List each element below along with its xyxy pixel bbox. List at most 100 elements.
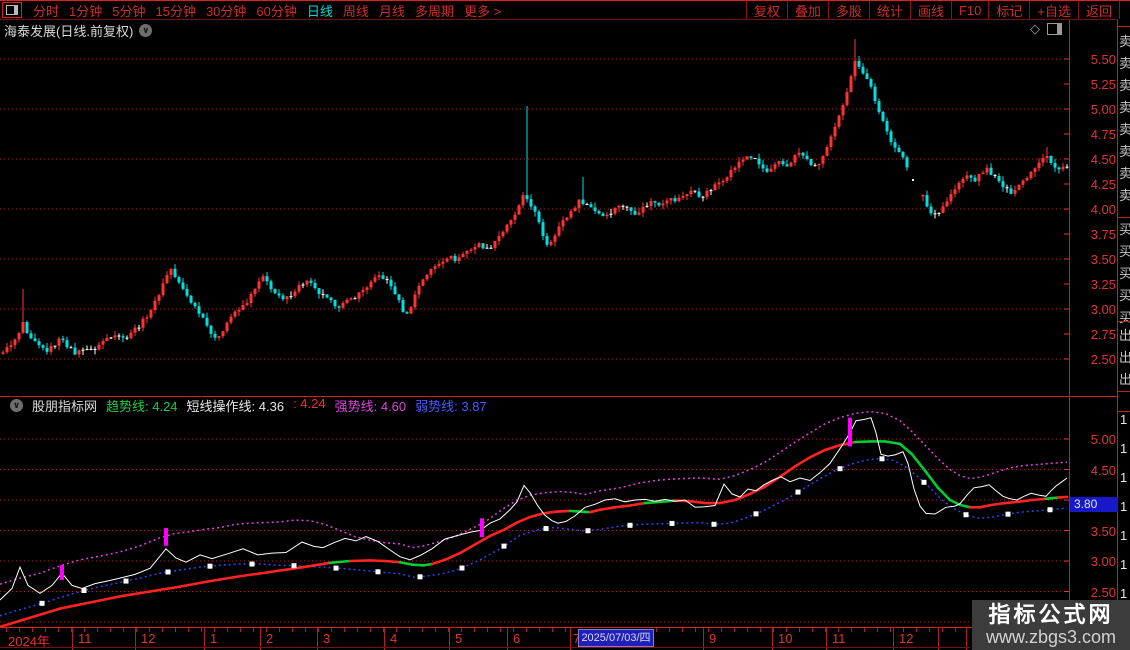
sidebar-text-fragment: 买 (1119, 310, 1130, 325)
action-button-标记[interactable]: 标记 (988, 1, 1029, 19)
axis-tick (526, 628, 527, 632)
axis-tick (201, 628, 202, 632)
axis-tick (331, 628, 332, 632)
axis-tick (552, 628, 553, 632)
indicator-value-1: 短线操作线: 4.36 (186, 398, 285, 414)
chart-canvas[interactable] (0, 0, 1130, 650)
toolbar: 分时 1分钟 5分钟 15分钟 30分钟 60分钟 日线 周线 月线 多周期 更多 > 复权 叠加 多股… (0, 0, 1130, 20)
selected-date-box: 2025/07/03/四 (578, 629, 654, 647)
action-button-F10[interactable]: F10 (950, 1, 988, 19)
axis-month-label: 9 (709, 631, 717, 646)
axis-tick (357, 628, 358, 632)
sidebar-text-fragment: 出 (1119, 350, 1130, 365)
axis-tick (929, 628, 930, 632)
axis-tick (851, 628, 852, 632)
axis-month-label: 10 (778, 631, 793, 646)
period-tab-日线[interactable]: 日线 (307, 4, 333, 19)
action-button-add自选[interactable]: +自选 (1029, 1, 1078, 19)
sidebar-text-fragment: 买 (1119, 222, 1130, 237)
axis-tick (942, 628, 943, 632)
action-button-返回[interactable]: 返回 (1077, 1, 1120, 19)
period-tab-多周期[interactable]: 多周期 (415, 4, 454, 19)
axis-tick (279, 628, 280, 632)
axis-tick (773, 628, 774, 632)
axis-tick (136, 628, 137, 632)
candlestick-chart[interactable] (0, 39, 1069, 360)
axis-tick (292, 628, 293, 632)
axis-tick (656, 628, 657, 632)
price-label: 2.50 (1090, 352, 1116, 367)
layout-pane-icon[interactable] (1047, 23, 1062, 35)
axis-month-label: 5 (455, 631, 463, 646)
axis-month-label: 2 (266, 631, 274, 646)
axis-tick (760, 628, 761, 632)
action-button-多股[interactable]: 多股 (827, 1, 869, 19)
period-tab-15分钟[interactable]: 15分钟 (155, 4, 195, 19)
axis-tick (799, 628, 800, 632)
axis-month-label: 11 (832, 631, 846, 646)
sidebar-number: 1 (1120, 499, 1128, 514)
axis-tick (227, 628, 228, 632)
axis-tick (123, 628, 124, 632)
indicator-value-2: : 4.24 (293, 395, 326, 411)
period-tab-更多>[interactable]: 更多 > (464, 4, 501, 19)
sidebar-number: 1 (1120, 412, 1128, 427)
axis-month-label: 6 (513, 631, 521, 646)
axis-tick (97, 628, 98, 632)
axis-month-label: 4 (390, 631, 398, 646)
watermark: 指标公式网 www.zbgs3.com (972, 600, 1130, 650)
axis-tick (890, 628, 891, 632)
axis-tick (435, 628, 436, 632)
chevron-down-icon[interactable]: ∨ (139, 24, 153, 37)
indicator-source: 股朋指标网 (32, 398, 98, 414)
period-tab-5分钟[interactable]: 5分钟 (112, 4, 145, 19)
indicator-value-3: 强势线: 4.60 (334, 398, 407, 414)
period-tab-月线[interactable]: 月线 (379, 4, 405, 19)
period-tab-1分钟[interactable]: 1分钟 (69, 4, 102, 19)
page-title: 海泰发展(日线.前复权) (4, 24, 134, 39)
period-tab-30分钟[interactable]: 30分钟 (206, 4, 246, 19)
action-button-画线[interactable]: 画线 (909, 1, 951, 19)
sidebar-text-fragment: 卖 (1119, 122, 1130, 137)
action-button-复权[interactable]: 复权 (745, 1, 787, 19)
diamond-icon[interactable]: ◇ (1030, 21, 1040, 37)
price-label: 2.75 (1090, 327, 1116, 342)
price-label: 3.00 (1090, 302, 1116, 317)
window-icon[interactable] (2, 2, 22, 18)
sidebar-text-fragment: 买 (1119, 288, 1130, 303)
axis-tick (253, 628, 254, 632)
title-row: 海泰发展(日线.前复权) ∨ (4, 21, 153, 40)
price-label: 4.00 (1090, 202, 1116, 217)
sidebar-number: 1 (1120, 441, 1128, 456)
sidebar-text-fragment: 卖 (1119, 34, 1130, 49)
period-tab-分时[interactable]: 分时 (33, 4, 59, 19)
sidebar-divider (1118, 321, 1130, 322)
axis-tick (864, 628, 865, 632)
action-button-叠加[interactable]: 叠加 (786, 1, 828, 19)
axis-tick (539, 628, 540, 632)
axis-tick (175, 628, 176, 632)
action-button-统计[interactable]: 统计 (868, 1, 910, 19)
axis-tick (669, 628, 670, 632)
watermark-site-name: 指标公式网 (988, 602, 1114, 627)
sidebar-divider (1118, 217, 1130, 218)
sidebar-divider (1118, 391, 1130, 392)
sidebar-text-fragment: 买 (1119, 266, 1130, 281)
chevron-down-icon[interactable]: ∨ (10, 398, 23, 412)
indicator-chart[interactable] (0, 410, 1069, 627)
axis-tick (422, 628, 423, 632)
period-tab-60分钟[interactable]: 60分钟 (256, 4, 296, 19)
price-label: 3.25 (1090, 277, 1116, 292)
period-tab-周线[interactable]: 周线 (343, 4, 369, 19)
axis-tick (721, 628, 722, 632)
axis-tick (747, 628, 748, 632)
axis-tick (955, 628, 956, 632)
axis-tick (409, 628, 410, 632)
price-label: 3.50 (1090, 523, 1116, 539)
sidebar-number: 1 (1120, 528, 1128, 543)
current-value-tag: 3.80 (1070, 497, 1123, 512)
axis-month-label: 12 (899, 631, 914, 646)
action-toolbar: 复权 叠加 多股 统计 画线 F10 标记 +自选 返回 (745, 1, 1120, 19)
axis-tick (370, 628, 371, 632)
axis-tick (682, 628, 683, 632)
